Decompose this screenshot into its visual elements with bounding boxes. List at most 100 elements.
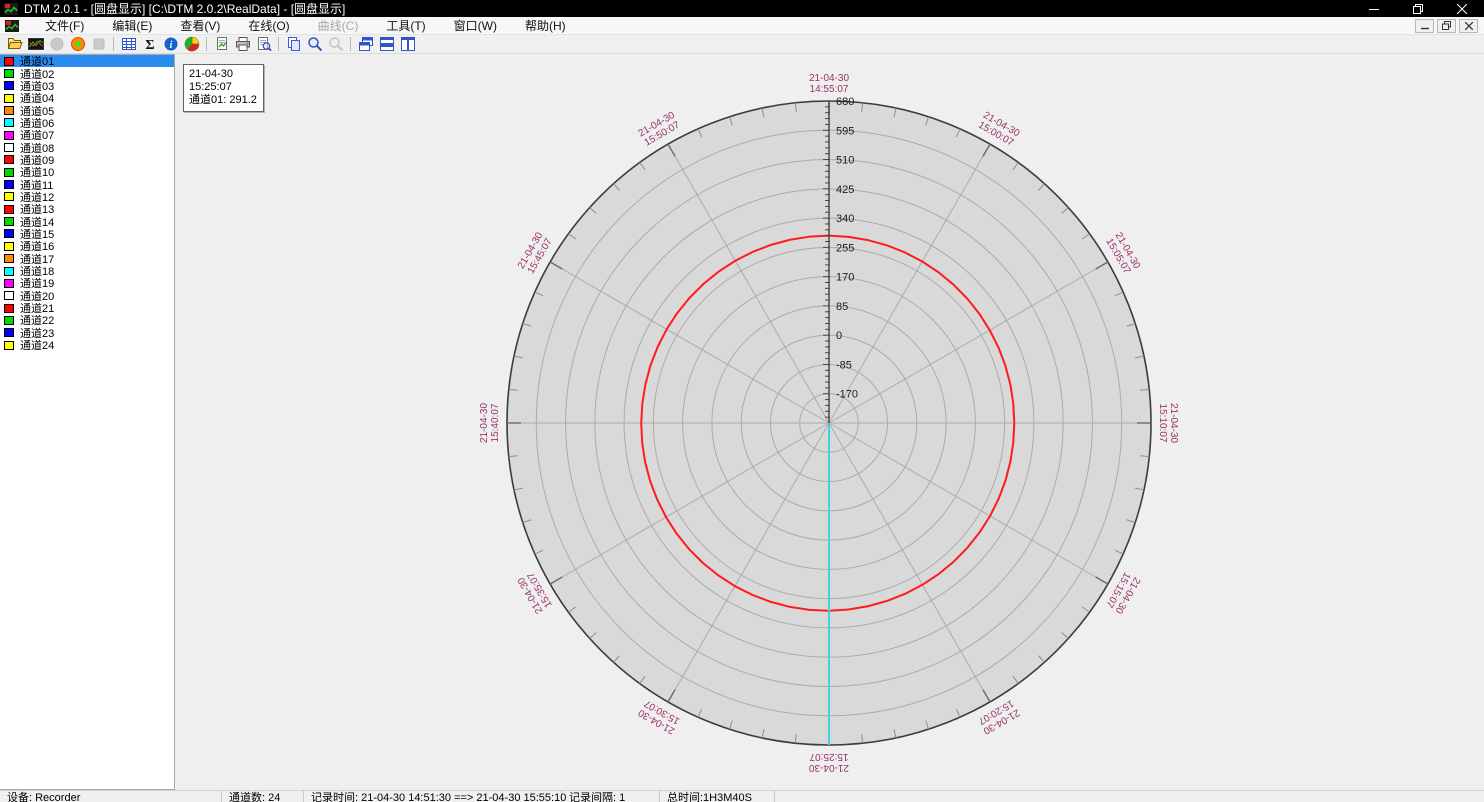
channel-item-24[interactable]: 通道24 bbox=[0, 339, 174, 351]
channel-color-swatch bbox=[4, 118, 14, 127]
toolbar-separator bbox=[206, 37, 207, 51]
channel-label: 通道24 bbox=[20, 337, 54, 353]
export-report-button[interactable] bbox=[211, 35, 232, 53]
channel-color-swatch bbox=[4, 254, 14, 263]
trend-chart-icon bbox=[28, 36, 44, 52]
info-icon: i bbox=[163, 36, 179, 52]
title-bar: DTM 2.0.1 - [圆盘显示] [C:\DTM 2.0.2\RealDat… bbox=[0, 0, 1484, 17]
restore-button[interactable] bbox=[1396, 0, 1440, 17]
mdi-window-controls bbox=[1415, 19, 1484, 33]
status-total-time: 总时间:1H3M40S bbox=[660, 791, 775, 802]
close-icon bbox=[1457, 4, 1467, 14]
svg-text:i: i bbox=[169, 40, 172, 51]
channel-color-swatch bbox=[4, 279, 14, 288]
record-active-button[interactable] bbox=[67, 35, 88, 53]
record-idle-icon bbox=[49, 36, 65, 52]
status-record-interval: 记录间隔: 1 bbox=[562, 791, 660, 802]
copy-icon bbox=[286, 36, 302, 52]
restore-icon bbox=[1413, 4, 1423, 14]
channel-color-swatch bbox=[4, 267, 14, 276]
radial-tick-label: 85 bbox=[836, 301, 848, 313]
svg-text:Σ: Σ bbox=[145, 38, 154, 52]
info-button[interactable]: i bbox=[160, 35, 181, 53]
radial-tick-label: 510 bbox=[836, 155, 854, 167]
radial-tick-label: 255 bbox=[836, 242, 854, 254]
channel-color-swatch bbox=[4, 57, 14, 66]
zoom-button[interactable] bbox=[304, 35, 325, 53]
mdi-minimize-icon bbox=[1421, 22, 1429, 30]
channel-list[interactable]: 通道01通道02通道03通道04通道05通道06通道07通道08通道09通道10… bbox=[0, 54, 175, 790]
time-label: 21-04-3014:55:07 bbox=[809, 73, 849, 95]
chart-area: 680595510425340255170850-85-17021-04-301… bbox=[176, 54, 1484, 790]
zoom-out-button bbox=[325, 35, 346, 53]
minimize-button[interactable] bbox=[1352, 0, 1396, 17]
radial-tick-label: -85 bbox=[836, 359, 852, 371]
app-icon bbox=[4, 3, 18, 15]
menu-item-help[interactable]: 帮助(H) bbox=[511, 16, 580, 35]
print-button[interactable] bbox=[232, 35, 253, 53]
mdi-minimize-button[interactable] bbox=[1415, 19, 1434, 33]
mdi-close-icon bbox=[1465, 22, 1473, 30]
mdi-close-button[interactable] bbox=[1459, 19, 1478, 33]
radial-tick-label: -170 bbox=[836, 389, 858, 401]
close-button[interactable] bbox=[1440, 0, 1484, 17]
time-label: 21-04-3015:40:07 bbox=[479, 403, 501, 443]
tile-vertical-button[interactable] bbox=[397, 35, 418, 53]
sum-sigma-icon: Σ bbox=[142, 36, 158, 52]
menu-item-file[interactable]: 文件(F) bbox=[31, 16, 98, 35]
sum-sigma-button[interactable]: Σ bbox=[139, 35, 160, 53]
mdi-restore-button[interactable] bbox=[1437, 19, 1456, 33]
cascade-windows-icon bbox=[358, 36, 374, 52]
channel-color-swatch bbox=[4, 205, 14, 214]
data-table-icon bbox=[121, 36, 137, 52]
stop-button bbox=[88, 35, 109, 53]
channel-color-swatch bbox=[4, 242, 14, 251]
channel-color-swatch bbox=[4, 143, 14, 152]
radial-tick-label: 170 bbox=[836, 272, 854, 284]
stop-icon bbox=[91, 36, 107, 52]
channel-color-swatch bbox=[4, 341, 14, 350]
print-preview-icon bbox=[256, 36, 272, 52]
toolbar: Σi bbox=[0, 35, 1484, 54]
record-idle-button bbox=[46, 35, 67, 53]
trend-chart-button[interactable] bbox=[25, 35, 46, 53]
menu-item-view[interactable]: 查看(V) bbox=[166, 16, 234, 35]
menu-item-curve: 曲线(C) bbox=[304, 16, 373, 35]
channel-color-swatch bbox=[4, 69, 14, 78]
menu-item-online[interactable]: 在线(O) bbox=[234, 16, 303, 35]
open-file-button[interactable] bbox=[4, 35, 25, 53]
toolbar-separator bbox=[278, 37, 279, 51]
data-table-button[interactable] bbox=[118, 35, 139, 53]
tooltip-line: 通道01: 291.2 bbox=[189, 94, 257, 107]
status-device: 设备: Recorder bbox=[0, 791, 222, 802]
channel-color-swatch bbox=[4, 217, 14, 226]
cascade-windows-button[interactable] bbox=[355, 35, 376, 53]
pie-chart-icon bbox=[184, 36, 200, 52]
channel-color-swatch bbox=[4, 328, 14, 337]
print-preview-button[interactable] bbox=[253, 35, 274, 53]
time-label: 21-04-3015:25:07 bbox=[809, 751, 849, 773]
radial-tick-label: 680 bbox=[836, 96, 854, 108]
application-window: DTM 2.0.1 - [圆盘显示] [C:\DTM 2.0.2\RealDat… bbox=[0, 0, 1484, 802]
radial-tick-label: 595 bbox=[836, 125, 854, 137]
tile-horizontal-button[interactable] bbox=[376, 35, 397, 53]
menu-item-edit[interactable]: 编辑(E) bbox=[98, 16, 166, 35]
status-bar: 设备: Recorder通道数: 24记录时间: 21-04-30 14:51:… bbox=[0, 790, 1484, 802]
channel-color-swatch bbox=[4, 316, 14, 325]
menu-item-window[interactable]: 窗口(W) bbox=[440, 16, 511, 35]
tile-horizontal-icon bbox=[379, 36, 395, 52]
toolbar-separator bbox=[113, 37, 114, 51]
pie-chart-button[interactable] bbox=[181, 35, 202, 53]
copy-button[interactable] bbox=[283, 35, 304, 53]
radial-tick-label: 340 bbox=[836, 213, 854, 225]
window-title: DTM 2.0.1 - [圆盘显示] [C:\DTM 2.0.2\RealDat… bbox=[24, 0, 1352, 17]
minimize-icon bbox=[1369, 4, 1379, 14]
channel-color-swatch bbox=[4, 131, 14, 140]
tile-vertical-icon bbox=[400, 36, 416, 52]
zoom-out-icon bbox=[328, 36, 344, 52]
channel-color-swatch bbox=[4, 229, 14, 238]
radial-tick-label: 425 bbox=[836, 184, 854, 196]
disc-chart[interactable]: 680595510425340255170850-85-17021-04-301… bbox=[176, 54, 1484, 790]
status-record-time: 记录时间: 21-04-30 14:51:30 ==> 21-04-30 15:… bbox=[304, 791, 562, 802]
menu-item-tools[interactable]: 工具(T) bbox=[372, 16, 439, 35]
